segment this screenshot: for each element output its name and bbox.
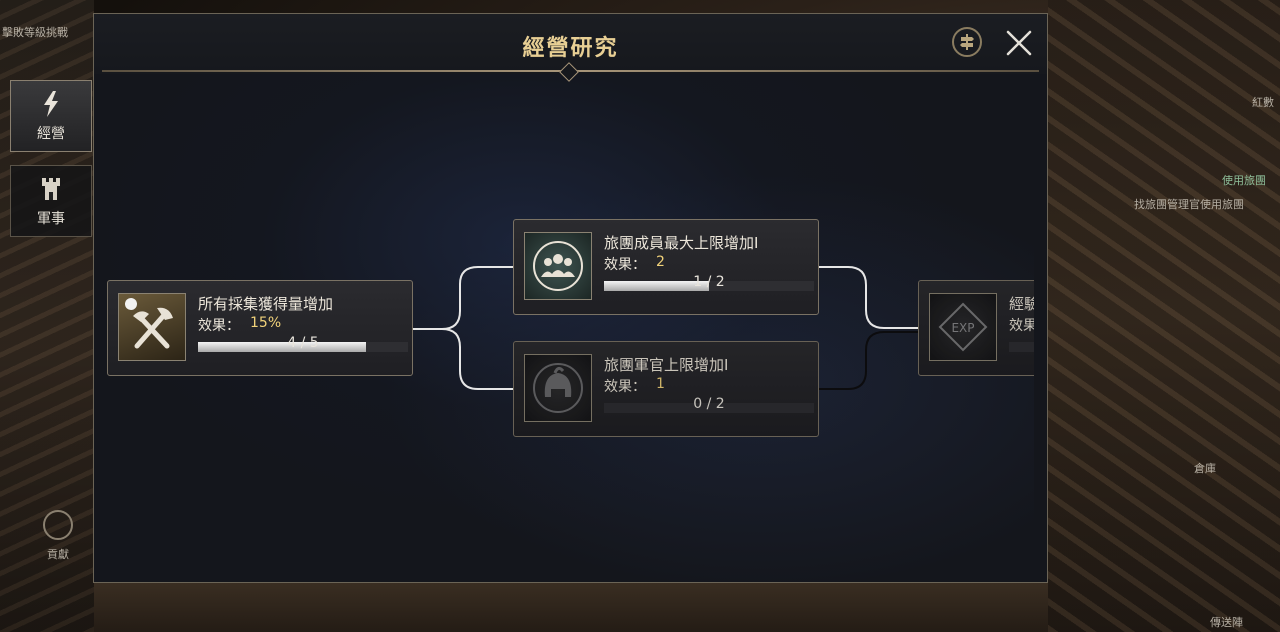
node-effect-value: 2: [656, 254, 665, 270]
node-icon-frame: [118, 293, 186, 361]
svg-text:EXP: EXP: [951, 321, 974, 335]
node-icon-frame: EXP: [929, 293, 997, 361]
lightning-icon: [44, 91, 58, 117]
members-icon: [533, 241, 583, 291]
node-progress-text: 0 / 2: [693, 396, 725, 412]
background-bottom-scene: [94, 582, 1048, 632]
axe-pickaxe-icon: [125, 298, 173, 349]
node-effect-value: 15%: [250, 315, 282, 331]
tab-business-label: 經營: [37, 126, 65, 142]
background-right-scene: [1048, 0, 1280, 632]
world-label-warehouse: 倉庫: [1194, 462, 1216, 475]
panel-right-margin: [1034, 74, 1047, 582]
node-effect-label: 效果：: [604, 379, 646, 395]
node-effect-label: 效果：: [604, 257, 646, 273]
node-title: 旅團成員最大上限增加I: [604, 234, 759, 252]
node-icon-frame: [524, 354, 592, 422]
research-node-gathering[interactable]: 所有採集獲得量增加 效果： 15% 4 / 5: [107, 280, 413, 376]
world-label-teleport: 傳送陣: [1210, 616, 1243, 629]
contribution-button[interactable]: 貢獻: [36, 510, 80, 570]
world-label-use-guild: 使用旅團: [1222, 174, 1266, 187]
research-panel: 經營研究 所有採集獲得量增加 效果： 15% 4 / 5 旅團成員最大上限增加I…: [93, 13, 1048, 583]
node-progress-text: 1 / 2: [693, 274, 725, 290]
node-icon-frame: [524, 232, 592, 300]
node-effect-label: 效果：: [198, 318, 240, 334]
world-label-top-right: 紅數: [1252, 96, 1274, 109]
tower-icon: [42, 178, 60, 200]
research-node-officer-limit[interactable]: 旅團軍官上限增加I 效果： 1 0 / 2: [513, 341, 819, 437]
node-effect-label: 效果: [1009, 318, 1037, 334]
exp-icon: EXP: [938, 302, 988, 352]
node-effect-value: 1: [656, 376, 665, 392]
research-node-exp[interactable]: EXP 經驗 效果: [918, 280, 1047, 376]
research-node-member-limit[interactable]: 旅團成員最大上限增加I 效果： 2 1 / 2: [513, 219, 819, 315]
contribution-icon: [43, 510, 73, 540]
tab-military[interactable]: 軍事: [10, 165, 92, 237]
tab-military-label: 軍事: [37, 211, 65, 227]
node-title: 所有採集獲得量增加: [198, 295, 334, 313]
contribution-label: 貢獻: [47, 548, 69, 561]
world-label-guild-manager: 找旅團管理官使用旅團: [1134, 198, 1244, 211]
node-progress-text: 4 / 5: [287, 335, 319, 351]
world-label-challenge: 擊敗等級挑戰: [2, 26, 68, 39]
node-title: 旅團軍官上限增加I: [604, 356, 729, 374]
tab-business[interactable]: 經營: [10, 80, 92, 152]
helmet-icon: [533, 363, 583, 413]
